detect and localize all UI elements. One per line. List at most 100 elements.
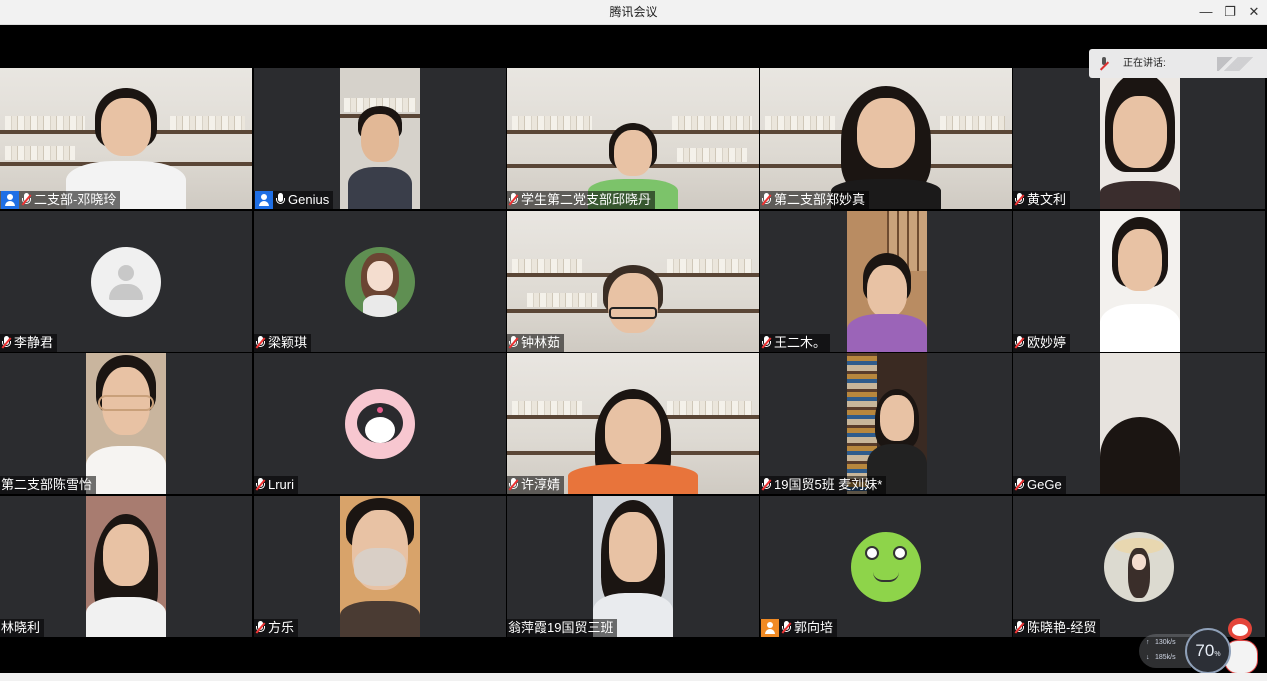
download-arrow-icon: ↓ [1146,654,1150,661]
mic-muted-icon [1,336,12,350]
video-tile[interactable]: 二支部-邓晓玲 [0,68,252,209]
default-avatar-icon [91,246,161,317]
participant-label: 19国贸5班 麦刘妹* [760,476,887,494]
window-title: 腾讯会议 [609,5,658,19]
video-tile[interactable]: 方乐 [254,496,506,637]
mic-muted-icon [1014,336,1025,350]
participant-name: 王二木。 [774,335,827,350]
participant-video [1100,353,1180,494]
restore-icon[interactable]: ❐ [1219,2,1241,22]
video-tile[interactable]: 黄文利 [1013,68,1265,209]
participant-video [86,496,166,637]
bottom-bar [0,673,1267,681]
frog-avatar-icon [851,531,921,602]
mic-muted-icon [1099,57,1109,69]
participant-video [593,211,673,352]
participant-name: 第二支部陈雪怡 [1,477,93,492]
anime-girl-avatar-icon [1104,531,1174,602]
participant-name: 李静君 [14,335,54,350]
video-tile[interactable]: GeGe [1013,353,1265,494]
mic-muted-icon [508,336,519,350]
mic-muted-icon [1014,478,1025,492]
participant-label: 第二支部郑妙真 [760,191,870,209]
participant-name: 方乐 [268,620,295,635]
mic-muted-icon [781,621,792,635]
participant-name: Genius [288,192,330,207]
participant-label: 梁颖琪 [254,334,312,352]
participant-video [568,353,698,494]
participant-name: 19国贸5班 麦刘妹* [774,477,883,492]
participant-name: 钟林茹 [521,335,561,350]
participant-video [847,211,927,352]
participant-name: 郭向培 [794,620,834,635]
minimize-icon[interactable]: — [1195,2,1217,22]
mic-muted-icon [508,193,519,207]
video-tile[interactable]: Lruri [254,353,506,494]
upload-arrow-icon: ↑ [1146,639,1150,646]
participant-name: 二支部-邓晓玲 [34,192,117,207]
close-icon[interactable]: ✕ [1243,2,1265,22]
participant-video [847,353,927,494]
participant-label: GeGe [1013,476,1066,494]
video-tile[interactable]: 王二木。 [760,211,1012,352]
participant-label: Genius [254,191,334,209]
participant-video [1100,68,1180,209]
participant-video [593,496,673,637]
video-tile[interactable]: 林晓利 [0,496,252,637]
participant-video [583,68,683,209]
participant-name: 许淳婧 [521,477,561,492]
participant-name: 梁颖琪 [268,335,308,350]
participant-name: 第二支部郑妙真 [774,192,866,207]
participant-label: 郭向培 [760,619,838,637]
mic-muted-icon [761,336,772,350]
user-icon [1,191,19,209]
mic-muted-icon [761,193,772,207]
video-tile[interactable]: 第二支部郑妙真 [760,68,1012,209]
gauge-value: 70 [1195,641,1215,660]
video-tile[interactable]: 钟林茹 [507,211,759,352]
video-tile[interactable]: 学生第二党支部邱晓丹 [507,68,759,209]
participant-name: GeGe [1027,477,1062,492]
participant-name: 学生第二党支部邱晓丹 [521,192,652,207]
mic-muted-icon [255,621,266,635]
speaking-label: 正在讲话: [1123,58,1166,69]
participant-label: 学生第二党支部邱晓丹 [507,191,656,209]
participant-label: 王二木。 [760,334,831,352]
participant-video [1100,211,1180,352]
video-tile[interactable]: 许淳婧 [507,353,759,494]
participant-label: 李静君 [0,334,58,352]
gauge-unit: % [1214,651,1221,658]
mic-icon [275,193,286,207]
participant-video [340,68,420,209]
participant-name: Lruri [268,477,295,492]
upload-speed: 130k/s [1155,639,1176,646]
title-bar: 腾讯会议 — ❐ ✕ [0,0,1267,25]
user-icon [255,191,273,209]
video-tile[interactable]: Genius [254,68,506,209]
participant-label: 钟林茹 [507,334,565,352]
participant-label: 翁萍霞19国贸三班 [507,619,618,637]
video-tile[interactable]: 郭向培 [760,496,1012,637]
mic-muted-icon [255,336,266,350]
participant-label: 二支部-邓晓玲 [0,191,121,209]
mic-muted-icon [761,478,772,492]
video-tile[interactable]: 翁萍霞19国贸三班 [507,496,759,637]
participant-video [831,68,941,209]
video-tile[interactable]: 李静君 [0,211,252,352]
participant-label: 陈晓艳-经贸 [1013,619,1101,637]
performance-gauge[interactable]: 70% [1185,628,1231,674]
video-tile[interactable]: 19国贸5班 麦刘妹* [760,353,1012,494]
download-speed: 185k/s [1155,654,1176,661]
video-tile[interactable]: 梁颖琪 [254,211,506,352]
mic-muted-icon [508,478,519,492]
kuromi-avatar-icon [345,388,415,459]
tencent-meeting-logo-icon [1217,57,1255,71]
participant-label: 林晓利 [0,619,45,637]
participant-video [340,496,420,637]
user-icon [761,619,779,637]
participant-name: 翁萍霞19国贸三班 [508,620,614,635]
mic-muted-icon [1014,621,1025,635]
video-tile[interactable]: 欧妙婷 [1013,211,1265,352]
anime-avatar-icon [345,246,415,317]
video-tile[interactable]: 第二支部陈雪怡 [0,353,252,494]
